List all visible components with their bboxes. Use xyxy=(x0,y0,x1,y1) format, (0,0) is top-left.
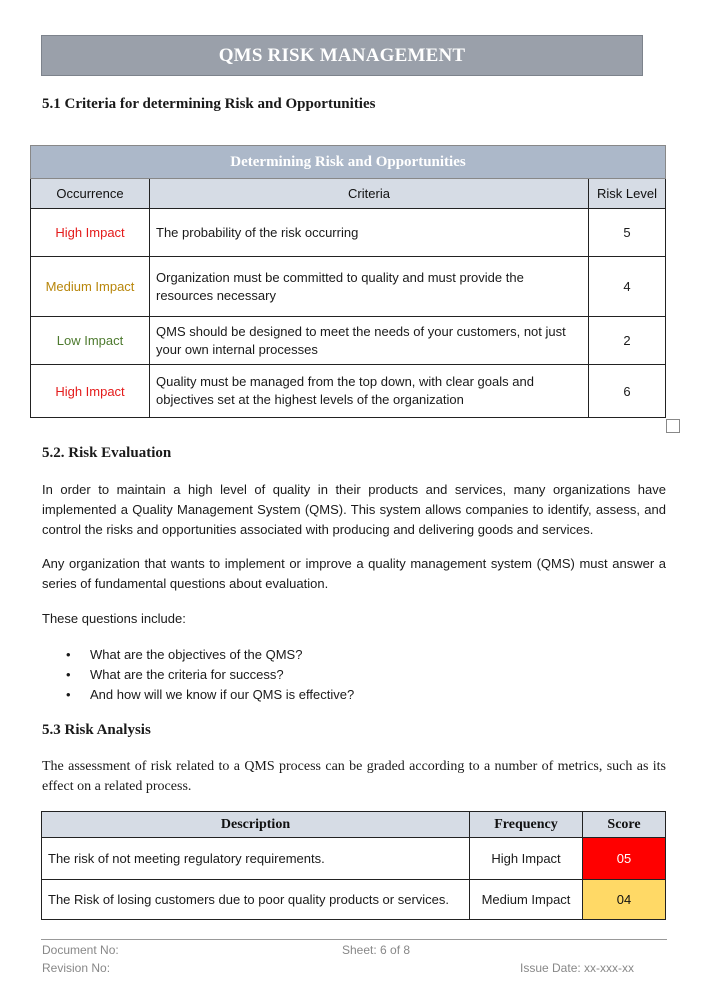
risk-analysis-table: Description Frequency Score The risk of … xyxy=(41,811,666,920)
table-row: High Impact The probability of the risk … xyxy=(30,208,666,257)
footer-issue-date: Issue Date: xx-xxx-xx xyxy=(520,961,635,975)
criteria-cell: Quality must be managed from the top dow… xyxy=(149,364,589,418)
footer-revision-no: Revision No: xyxy=(42,961,111,975)
paragraph: In order to maintain a high level of qua… xyxy=(42,482,666,537)
document-title-bar: QMS RISK MANAGEMENT xyxy=(41,35,643,76)
footer-divider xyxy=(41,939,667,940)
risk-level-cell: 6 xyxy=(588,364,666,418)
footer-sheet: Sheet: 6 of 8 xyxy=(342,943,411,957)
risk-level-cell: 4 xyxy=(588,256,666,317)
list-item: • What are the criteria for success? xyxy=(42,665,354,685)
score-cell: 04 xyxy=(582,879,666,920)
table-row: High Impact Quality must be managed from… xyxy=(30,364,666,418)
list-item-text: What are the objectives of the QMS? xyxy=(90,647,303,662)
occurrence-cell: Medium Impact xyxy=(30,256,150,317)
column-header-description: Description xyxy=(41,811,470,838)
column-header-criteria: Criteria xyxy=(149,178,589,209)
list-item-text: And how will we know if our QMS is effec… xyxy=(90,687,355,702)
risk-criteria-table: Determining Risk and Opportunities Occur… xyxy=(30,145,666,418)
column-header-risk-level: Risk Level xyxy=(588,178,666,209)
criteria-cell: The probability of the risk occurring xyxy=(149,208,589,257)
criteria-cell: QMS should be designed to meet the needs… xyxy=(149,316,589,365)
document-title: QMS RISK MANAGEMENT xyxy=(218,44,466,66)
list-item: • What are the objectives of the QMS? xyxy=(42,645,354,665)
risk-level-cell: 2 xyxy=(588,316,666,365)
table-row: Medium Impact Organization must be commi… xyxy=(30,256,666,317)
bullet-icon: • xyxy=(66,667,71,682)
table-row: Low Impact QMS should be designed to mee… xyxy=(30,316,666,365)
section-heading-evaluation: 5.2. Risk Evaluation xyxy=(42,445,172,461)
frequency-cell: Medium Impact xyxy=(469,879,583,920)
list-item-text: What are the criteria for success? xyxy=(90,667,284,682)
paragraph: The assessment of risk related to a QMS … xyxy=(42,759,666,794)
occurrence-cell: Low Impact xyxy=(30,316,150,365)
criteria-cell: Organization must be committed to qualit… xyxy=(149,256,589,317)
footer-document-no: Document No: xyxy=(42,943,119,957)
column-header-frequency: Frequency xyxy=(469,811,583,838)
occurrence-cell: High Impact xyxy=(30,364,150,418)
evaluation-questions-list: • What are the objectives of the QMS? • Wh… xyxy=(42,645,354,705)
table-caption: Determining Risk and Opportunities xyxy=(30,145,666,179)
risk-level-cell: 5 xyxy=(588,208,666,257)
table-row: The Risk of losing customers due to poor… xyxy=(41,879,666,920)
paragraph: Any organization that wants to implement… xyxy=(42,556,666,591)
score-cell: 05 xyxy=(582,837,666,880)
bullet-icon: • xyxy=(66,647,71,662)
paragraph: These questions include: xyxy=(42,611,186,626)
frequency-cell: High Impact xyxy=(469,837,583,880)
table-resize-handle[interactable] xyxy=(666,419,680,433)
table-row: The risk of not meeting regulatory requi… xyxy=(41,837,666,880)
section-heading-analysis: 5.3 Risk Analysis xyxy=(42,722,151,738)
column-header-occurrence: Occurrence xyxy=(30,178,150,209)
description-cell: The risk of not meeting regulatory requi… xyxy=(41,837,470,880)
column-header-score: Score xyxy=(582,811,666,838)
section-heading-criteria: 5.1 Criteria for determining Risk and Op… xyxy=(42,96,376,112)
list-item: • And how will we know if our QMS is effe… xyxy=(42,685,354,705)
bullet-icon: • xyxy=(66,687,71,702)
description-cell: The Risk of losing customers due to poor… xyxy=(41,879,470,920)
occurrence-cell: High Impact xyxy=(30,208,150,257)
